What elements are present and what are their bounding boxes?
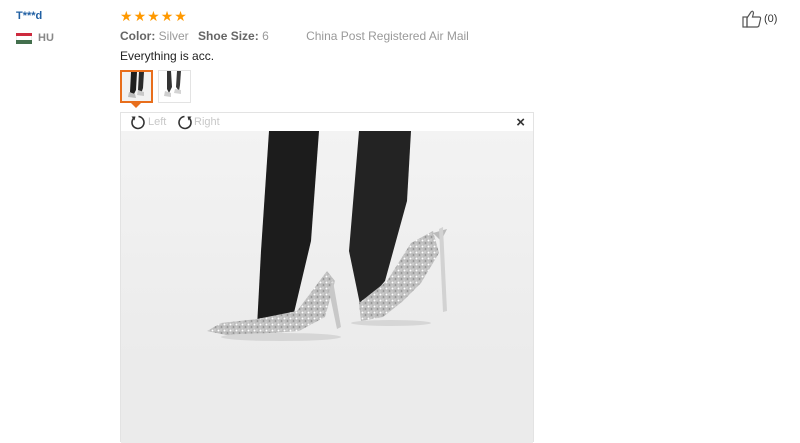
review-thumbnails: [120, 70, 191, 103]
thumbnail-photo-1[interactable]: [120, 70, 153, 103]
thumbnail-image: [122, 72, 151, 101]
helpful-count: (0): [764, 13, 778, 25]
shipping-method: China Post Registered Air Mail: [306, 29, 469, 43]
color-attribute: Color: Silver: [120, 29, 189, 43]
reviewer-country: HU: [16, 32, 54, 44]
rotate-right-label: Right: [194, 116, 220, 128]
size-attribute-key: Shoe Size:: [198, 29, 259, 43]
rotate-left-label: Left: [148, 116, 167, 128]
order-meta: Color: Silver Shoe Size: 6 China Post Re…: [120, 29, 469, 43]
country-code: HU: [38, 32, 54, 44]
rotate-left-button[interactable]: Left: [130, 113, 166, 131]
review-text: Everything is acc.: [120, 49, 215, 63]
hungary-flag-icon: [16, 32, 32, 44]
rotate-right-button[interactable]: Right: [176, 113, 220, 131]
star-icon: ★: [120, 8, 133, 24]
thumbnail-photo-2[interactable]: [158, 70, 191, 103]
color-attribute-value: Silver: [158, 29, 189, 43]
active-thumbnail-pointer: [131, 103, 141, 108]
star-icon: ★: [174, 8, 187, 24]
size-attribute: Shoe Size: 6: [198, 29, 269, 43]
review-photo: [121, 131, 533, 443]
rotate-right-icon: [178, 115, 192, 129]
photo-viewer: Left Right ×: [120, 112, 534, 443]
star-icon: ★: [147, 8, 160, 24]
rotate-left-icon: [131, 115, 145, 129]
reviewer-name: T***d: [16, 10, 43, 22]
color-attribute-key: Color:: [120, 29, 156, 43]
thumbnail-image: [159, 71, 190, 102]
thumbs-up-icon: [742, 10, 762, 28]
helpful-button[interactable]: (0): [742, 10, 777, 28]
size-attribute-value: 6: [262, 29, 269, 43]
star-rating: ★ ★ ★ ★ ★: [120, 9, 187, 23]
star-icon: ★: [133, 8, 147, 24]
star-icon: ★: [160, 8, 174, 24]
close-viewer-button[interactable]: ×: [516, 115, 525, 131]
review-photo-image: [121, 131, 533, 443]
